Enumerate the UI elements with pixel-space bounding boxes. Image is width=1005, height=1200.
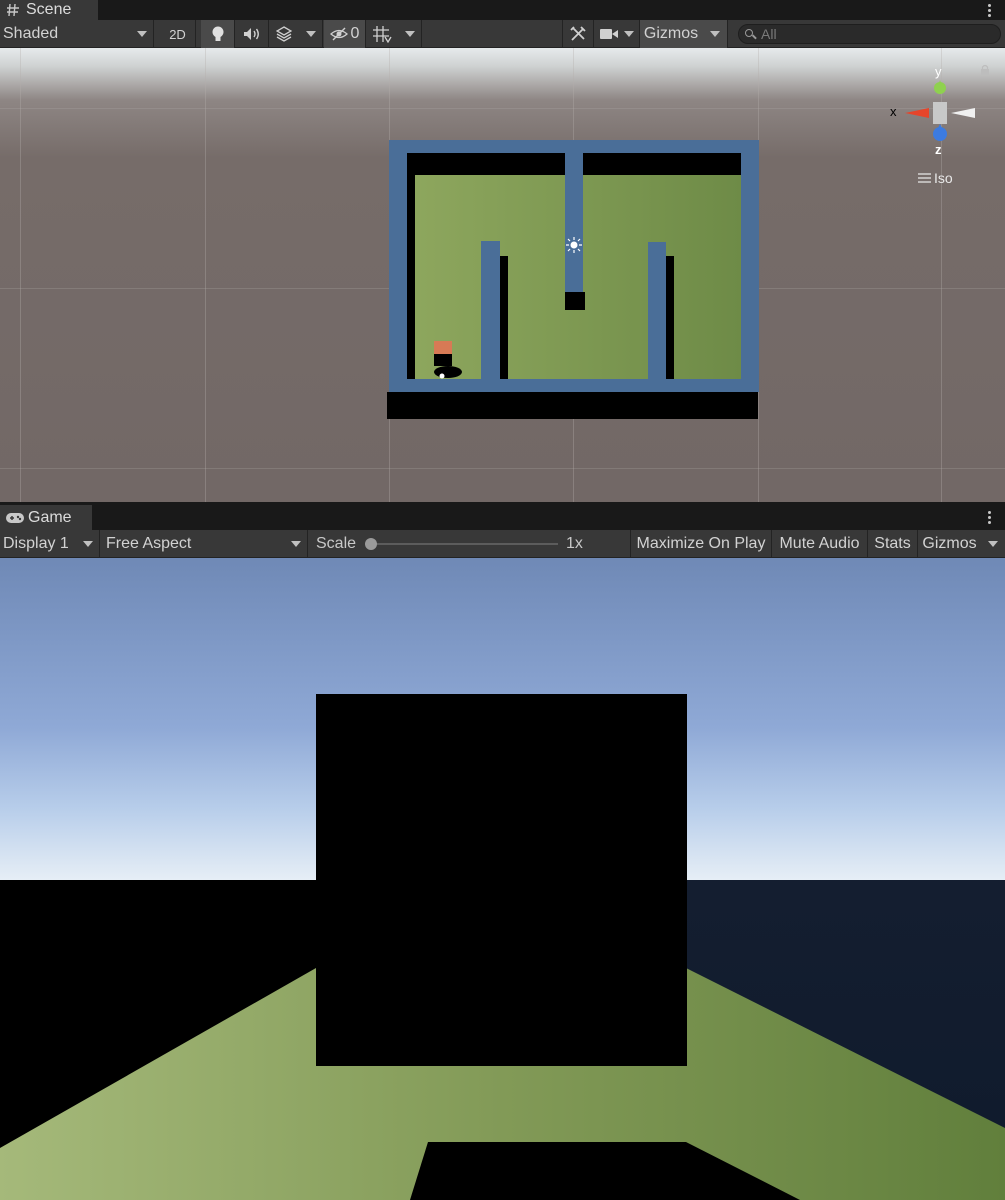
axis-x-label: x	[890, 104, 897, 119]
lighting-toggle[interactable]	[201, 20, 235, 48]
grid-snap-toggle[interactable]	[366, 20, 398, 48]
scene-gizmos-button[interactable]: Gizmos	[640, 20, 702, 48]
stats-label: Stats	[874, 535, 911, 552]
stats-toggle[interactable]: Stats	[868, 530, 918, 558]
scale-slider-thumb[interactable]	[365, 538, 377, 550]
2d-mode-label: 2D	[169, 26, 186, 42]
game-tab-bar: Game	[0, 505, 1005, 530]
axis-z-label: z	[935, 142, 942, 157]
light-gizmo-icon[interactable]	[566, 237, 582, 253]
maze-level	[387, 140, 759, 419]
game-viewport[interactable]	[0, 558, 1005, 1200]
tools-button[interactable]	[562, 20, 594, 48]
scale-label: Scale	[316, 535, 357, 552]
scene-tab[interactable]: Scene	[0, 0, 98, 20]
chevron-down-icon	[305, 31, 316, 37]
display-label: Display 1	[3, 535, 69, 552]
hamburger-icon	[918, 173, 931, 183]
tools-icon	[570, 26, 586, 41]
search-placeholder: All	[761, 26, 777, 42]
camera-settings-button[interactable]	[594, 20, 640, 48]
orientation-gizmo[interactable]: y x z Iso	[885, 64, 989, 186]
chevron-down-icon	[137, 31, 147, 37]
scene-viewport[interactable]: y x z Iso	[0, 48, 1005, 502]
audio-icon	[243, 28, 259, 40]
grid-snap-icon	[373, 26, 392, 43]
scene-toolbar: Shaded 2D 0 Gizmos All	[0, 20, 1005, 48]
chevron-down-icon	[988, 541, 998, 547]
effects-dropdown[interactable]	[299, 20, 323, 48]
aspect-dropdown[interactable]: Free Aspect	[100, 530, 308, 558]
draw-mode-dropdown[interactable]: Shaded	[0, 20, 154, 48]
effects-toggle[interactable]	[269, 20, 299, 48]
game-gizmos-label: Gizmos	[922, 535, 977, 552]
scene-panel-menu-icon[interactable]	[983, 0, 995, 20]
game-gizmos-dropdown[interactable]	[981, 530, 1005, 558]
camera-icon	[599, 29, 618, 39]
display-dropdown[interactable]: Display 1	[0, 530, 100, 558]
scene-gizmos-dropdown[interactable]	[702, 20, 728, 48]
visibility-icon	[329, 27, 348, 41]
search-icon	[745, 29, 753, 37]
scene-visibility-toggle[interactable]: 0	[324, 20, 366, 48]
projection-label: Iso	[934, 170, 953, 186]
scale-value: 1x	[566, 535, 583, 552]
gamepad-icon	[6, 512, 24, 523]
hash-icon	[7, 3, 19, 17]
game-tab-label: Game	[28, 508, 72, 526]
game-panel-menu-icon[interactable]	[983, 505, 995, 530]
chevron-down-icon	[83, 541, 93, 547]
hidden-count: 0	[350, 25, 360, 42]
mute-audio-label: Mute Audio	[779, 535, 860, 552]
lock-icon[interactable]	[980, 64, 990, 76]
scene-tab-label: Scene	[26, 1, 72, 18]
draw-mode-label: Shaded	[3, 25, 59, 42]
chevron-down-icon	[291, 541, 301, 547]
scene-gizmos-label: Gizmos	[643, 25, 699, 42]
mute-audio-toggle[interactable]: Mute Audio	[772, 530, 868, 558]
scene-tab-bar: Scene	[0, 0, 1005, 20]
chevron-down-icon	[404, 31, 415, 37]
lightbulb-icon	[212, 26, 223, 41]
axis-y-label: y	[935, 64, 942, 79]
chevron-down-icon	[623, 31, 634, 37]
grid-dropdown[interactable]	[398, 20, 422, 48]
game-toolbar: Display 1 Free Aspect Scale 1x Maximize …	[0, 530, 1005, 558]
scene-search-input[interactable]: All	[738, 24, 1001, 44]
chevron-down-icon	[709, 31, 720, 37]
game-render	[0, 694, 1005, 1200]
effects-icon	[276, 26, 292, 42]
projection-toggle[interactable]: Iso	[918, 170, 953, 186]
aspect-label: Free Aspect	[106, 535, 192, 552]
game-gizmos-button[interactable]: Gizmos	[918, 530, 981, 558]
scale-slider-track[interactable]	[370, 543, 558, 545]
2d-mode-button[interactable]: 2D	[160, 20, 196, 48]
audio-toggle[interactable]	[235, 20, 269, 48]
maximize-on-play-label: Maximize On Play	[636, 535, 766, 552]
game-tab[interactable]: Game	[0, 505, 92, 530]
maximize-on-play-toggle[interactable]: Maximize On Play	[630, 530, 772, 558]
